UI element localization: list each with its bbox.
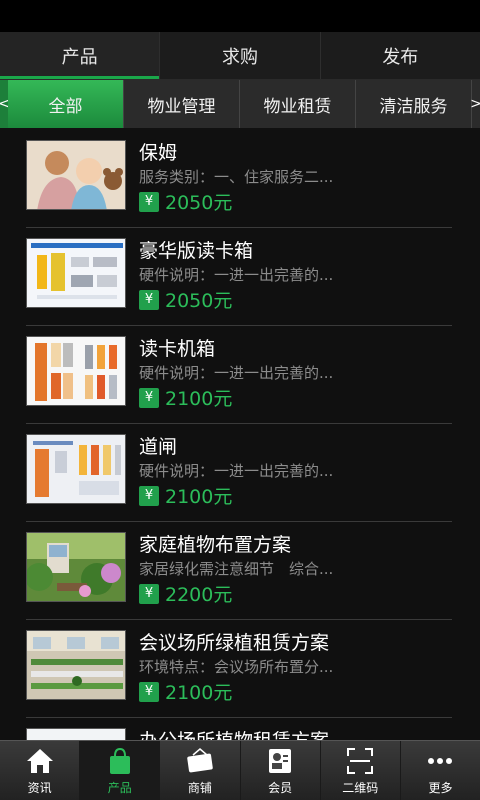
nav-label: 商铺 (187, 780, 212, 795)
nav-shops[interactable]: 商铺 (160, 741, 241, 800)
home-icon (25, 746, 55, 776)
tab-purchase-requests[interactable]: 求购 (160, 32, 321, 79)
item-title: 办公场所植物租赁方案 (139, 726, 329, 740)
item-description: 硬件说明：一进一出完善的... (139, 266, 334, 284)
list-item[interactable]: 道闸 硬件说明：一进一出完善的... ¥ 2100元 (26, 424, 452, 522)
list-item[interactable]: 读卡机箱 硬件说明：一进一出完善的... ¥ 2100元 (26, 326, 452, 424)
yen-icon: ¥ (139, 191, 159, 212)
product-thumbnail (26, 728, 126, 740)
list-item[interactable]: 会议场所绿植租赁方案 环境特点：会议场所布置分... ¥ 2100元 (26, 620, 452, 718)
product-list[interactable]: 保姆 服务类别：一、住家服务二... ¥ 2050元 豪华版读卡箱 硬件说明：一… (0, 130, 480, 740)
item-title: 豪华版读卡箱 (139, 240, 254, 262)
list-item[interactable]: 保姆 服务类别：一、住家服务二... ¥ 2050元 (26, 130, 452, 228)
yen-icon: ¥ (139, 485, 159, 506)
product-thumbnail (26, 434, 126, 504)
nav-label: 二维码 (342, 780, 379, 795)
nav-label: 产品 (107, 780, 132, 795)
item-price: 2100元 (165, 486, 233, 508)
yen-icon: ¥ (139, 387, 159, 408)
yen-icon: ¥ (139, 681, 159, 702)
nav-more[interactable]: 更多 (401, 741, 480, 800)
member-card-icon (265, 746, 295, 776)
item-description: 环境特点：会议场所布置分... (139, 658, 334, 676)
category-tab-bar: < 全部 物业管理 物业租赁 清洁服务 > (0, 80, 480, 130)
item-price: 2100元 (165, 682, 233, 704)
item-price: 2200元 (165, 584, 233, 606)
price-row: ¥ 2200元 (139, 580, 232, 607)
yen-icon: ¥ (139, 583, 159, 604)
list-item[interactable]: 办公场所植物租赁方案 (26, 718, 452, 740)
item-description: 硬件说明：一进一出完善的... (139, 462, 334, 480)
nav-label: 会员 (268, 780, 293, 795)
nav-label: 更多 (428, 780, 453, 795)
category-tab-all[interactable]: 全部 (8, 80, 124, 128)
category-tab-property-management[interactable]: 物业管理 (124, 80, 240, 128)
more-dots-icon (425, 746, 455, 776)
product-thumbnail (26, 238, 126, 308)
price-row: ¥ 2050元 (139, 286, 232, 313)
nav-products[interactable]: 产品 (80, 741, 161, 800)
nav-members[interactable]: 会员 (241, 741, 321, 800)
price-row: ¥ 2050元 (139, 188, 232, 215)
item-description: 家居绿化需注意细节 综合... (139, 560, 334, 578)
category-tab-property-leasing[interactable]: 物业租赁 (240, 80, 356, 128)
item-title: 会议场所绿植租赁方案 (139, 632, 330, 654)
top-tab-bar: 产品 求购 发布 (0, 32, 480, 80)
qr-scan-icon (345, 746, 375, 776)
item-title: 保姆 (139, 142, 178, 164)
product-thumbnail (26, 532, 126, 602)
scroll-right-arrow-icon[interactable]: > (470, 80, 480, 128)
item-price: 2050元 (165, 192, 233, 214)
nav-label: 资讯 (27, 780, 52, 795)
list-item[interactable]: 家庭植物布置方案 家居绿化需注意细节 综合... ¥ 2200元 (26, 522, 452, 620)
product-thumbnail (26, 140, 126, 210)
item-description: 硬件说明：一进一出完善的... (139, 364, 334, 382)
item-title: 读卡机箱 (139, 338, 216, 360)
item-title: 道闸 (139, 436, 178, 458)
yen-icon: ¥ (139, 289, 159, 310)
item-price: 2050元 (165, 290, 233, 312)
scroll-left-arrow-icon[interactable]: < (0, 80, 10, 128)
price-row: ¥ 2100元 (139, 384, 232, 411)
status-bar (0, 0, 480, 32)
shopping-bag-icon (105, 746, 135, 776)
nav-news[interactable]: 资讯 (0, 741, 81, 800)
tab-products[interactable]: 产品 (0, 32, 161, 79)
open-sign-icon (185, 746, 215, 776)
tab-publish[interactable]: 发布 (321, 32, 480, 79)
item-description: 服务类别：一、住家服务二... (139, 168, 334, 186)
bottom-navigation: 资讯 产品 商铺 会员 二维码 更多 (0, 740, 480, 800)
price-row: ¥ 2100元 (139, 482, 232, 509)
item-price: 2100元 (165, 388, 233, 410)
product-thumbnail (26, 630, 126, 700)
item-title: 家庭植物布置方案 (139, 534, 292, 556)
product-thumbnail (26, 336, 126, 406)
price-row: ¥ 2100元 (139, 678, 232, 705)
list-item[interactable]: 豪华版读卡箱 硬件说明：一进一出完善的... ¥ 2050元 (26, 228, 452, 326)
category-tab-cleaning-service[interactable]: 清洁服务 (356, 80, 472, 128)
nav-qr-code[interactable]: 二维码 (321, 741, 401, 800)
